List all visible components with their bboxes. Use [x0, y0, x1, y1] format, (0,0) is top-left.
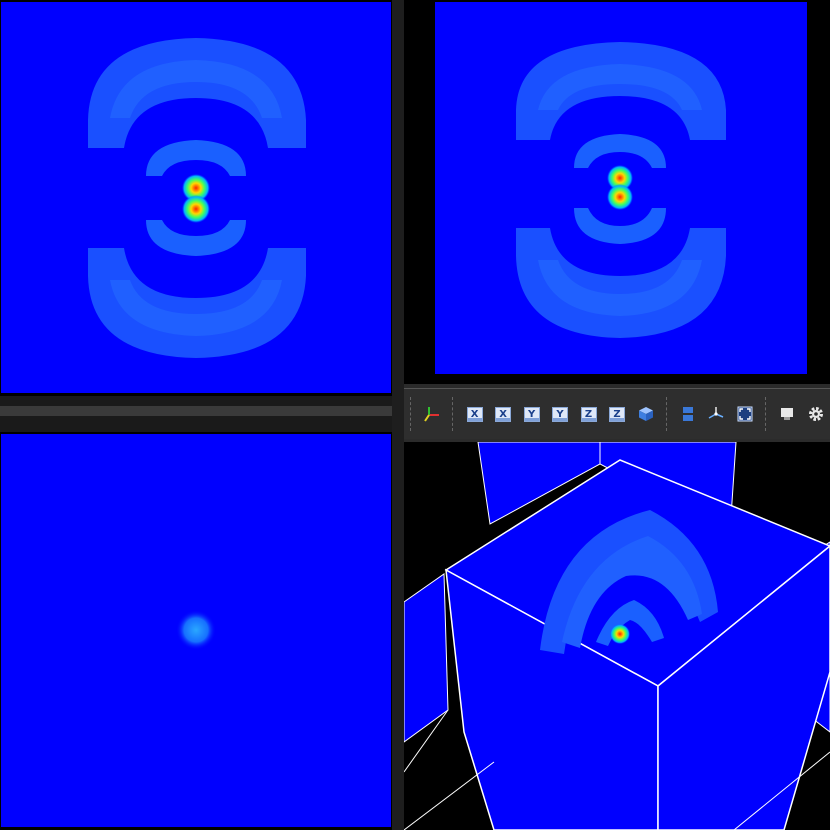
projected-hotspot — [610, 624, 630, 644]
slice-view-bottom-left[interactable] — [0, 432, 392, 830]
center-blob — [176, 610, 216, 650]
split-layout-icon[interactable] — [678, 403, 698, 425]
zoom-to-fit-icon[interactable] — [735, 403, 755, 425]
hotspot-lower — [182, 195, 210, 223]
3d-view[interactable] — [404, 442, 830, 830]
view-toolbar: X X Y Y Z Z — [404, 388, 830, 439]
slice-view-top-left[interactable] — [0, 0, 392, 396]
isometric-cube-icon[interactable] — [635, 403, 655, 425]
view-plus-y-icon: Y — [552, 406, 569, 422]
view-minus-x-button[interactable]: X — [464, 403, 484, 425]
center-axes-icon[interactable] — [706, 403, 726, 425]
view-plus-z-button[interactable]: Z — [607, 403, 627, 425]
view-plus-x-button[interactable]: X — [493, 403, 513, 425]
view-minus-x-icon: X — [466, 406, 483, 422]
view-plus-x-icon: X — [495, 406, 512, 422]
horizontal-splitter[interactable] — [0, 396, 392, 432]
camera-capture-icon[interactable] — [777, 403, 797, 425]
hotspot-lower — [607, 184, 633, 210]
orientation-axes-icon[interactable] — [422, 403, 442, 425]
view-plus-y-button[interactable]: Y — [550, 403, 570, 425]
view-minus-z-button[interactable]: Z — [578, 403, 598, 425]
view-minus-y-icon: Y — [523, 406, 540, 422]
gear-icon[interactable] — [806, 403, 826, 425]
view-minus-y-button[interactable]: Y — [521, 403, 541, 425]
view-plus-z-icon: Z — [609, 406, 626, 422]
view-minus-z-icon: Z — [580, 406, 597, 422]
vertical-splitter[interactable] — [392, 0, 404, 830]
slice-view-top-right[interactable] — [404, 0, 830, 384]
